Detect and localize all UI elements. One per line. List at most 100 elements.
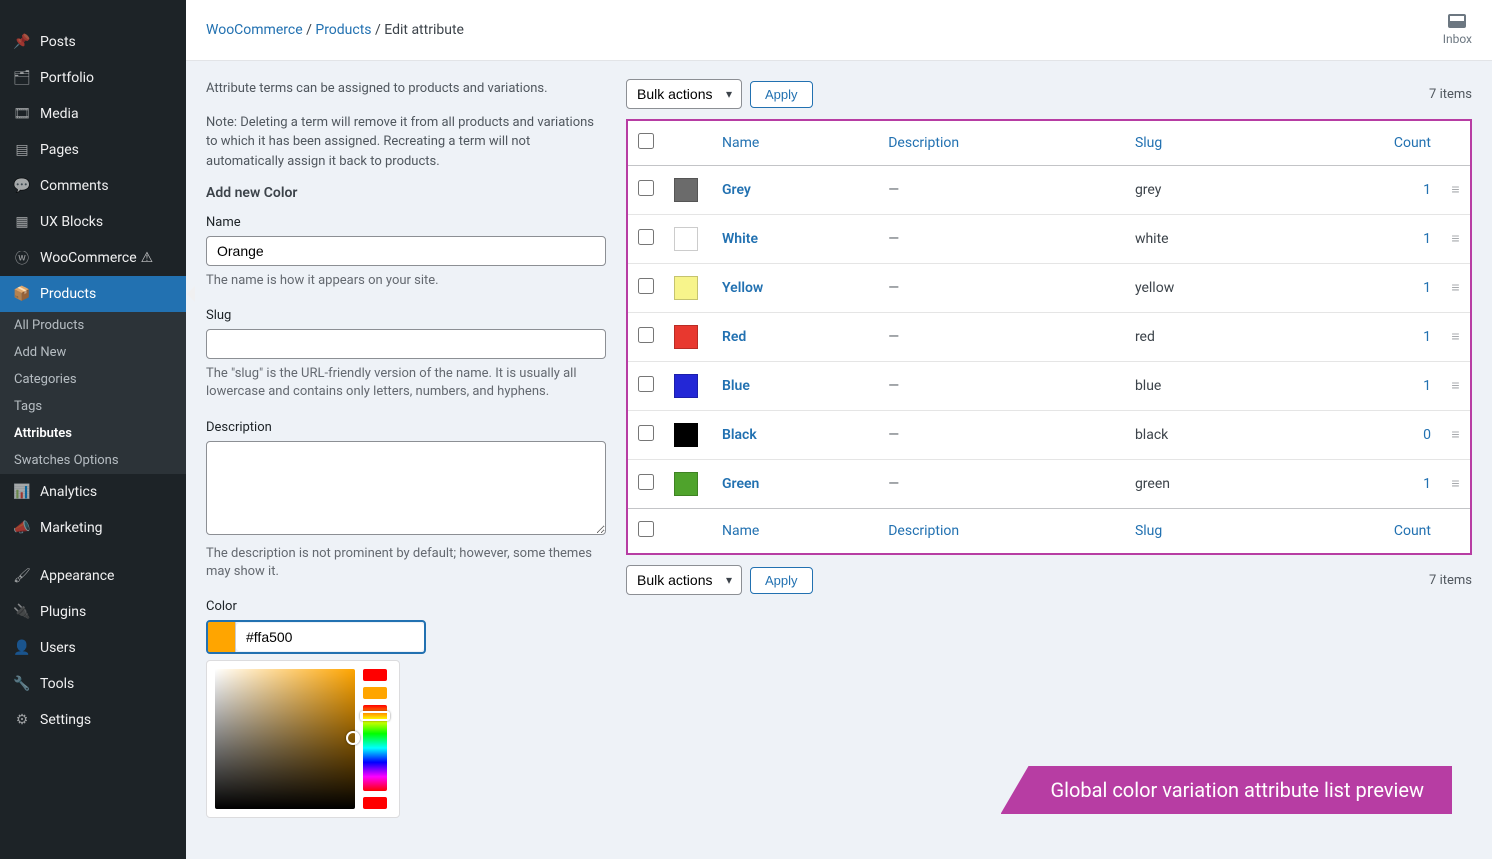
sidebar-item-tools[interactable]: 🔧Tools — [0, 666, 186, 702]
term-count-link[interactable]: 1 — [1423, 378, 1431, 394]
row-checkbox[interactable] — [638, 229, 654, 245]
drag-handle[interactable]: ≡ — [1441, 215, 1471, 264]
drag-handle[interactable]: ≡ — [1441, 166, 1471, 215]
inbox-icon — [1448, 14, 1466, 28]
row-checkbox[interactable] — [638, 376, 654, 392]
subitem-categories[interactable]: Categories — [0, 366, 186, 393]
bulk-actions-select-bottom[interactable]: Bulk actions — [626, 565, 742, 595]
sidebar-item-woocommerce[interactable]: ⓦWooCommerce ⚠ — [0, 240, 186, 276]
sidebar-item-portfolio[interactable]: 🗂Portfolio — [0, 60, 186, 96]
row-checkbox[interactable] — [638, 278, 654, 294]
term-name-link[interactable]: Grey — [722, 182, 751, 198]
term-slug: blue — [1125, 362, 1286, 411]
hue-bottom-swatch[interactable] — [363, 797, 387, 809]
breadcrumb: WooCommerce / Products / Edit attribute — [206, 22, 464, 38]
drag-handle[interactable]: ≡ — [1441, 411, 1471, 460]
box-icon: 📦 — [12, 284, 32, 304]
drag-handle[interactable]: ≡ — [1441, 264, 1471, 313]
description-textarea[interactable] — [206, 441, 606, 535]
row-checkbox[interactable] — [638, 327, 654, 343]
term-count-link[interactable]: 1 — [1423, 329, 1431, 345]
inbox-button[interactable]: Inbox — [1443, 14, 1472, 46]
name-input[interactable] — [206, 236, 606, 266]
brush-icon: 🖌 — [12, 566, 32, 586]
saturation-picker[interactable] — [215, 669, 355, 809]
term-count-link[interactable]: 1 — [1423, 280, 1431, 296]
col-count[interactable]: Count — [1286, 120, 1441, 166]
table-row: Black — black 0 ≡ — [627, 411, 1471, 460]
user-icon: 👤 — [12, 638, 32, 658]
row-checkbox[interactable] — [638, 474, 654, 490]
table-row: Grey — grey 1 ≡ — [627, 166, 1471, 215]
color-preview-swatch[interactable] — [208, 622, 236, 652]
intro-text-1: Attribute terms can be assigned to produ… — [206, 79, 606, 99]
sidebar-item-settings[interactable]: ⚙Settings — [0, 702, 186, 738]
subitem-tags[interactable]: Tags — [0, 393, 186, 420]
sidebar-item-pages[interactable]: ▤Pages — [0, 132, 186, 168]
drag-handle[interactable]: ≡ — [1441, 313, 1471, 362]
table-row: White — white 1 ≡ — [627, 215, 1471, 264]
select-all-checkbox-top[interactable] — [638, 133, 654, 149]
bulk-actions-select[interactable]: Bulk actions — [626, 79, 742, 109]
term-count-link[interactable]: 0 — [1423, 427, 1431, 443]
folder-icon: 🗂 — [12, 68, 32, 88]
term-count-link[interactable]: 1 — [1423, 182, 1431, 198]
name-hint: The name is how it appears on your site. — [206, 272, 606, 290]
items-count-bottom: 7 items — [1429, 573, 1472, 588]
hue-top-swatch[interactable] — [363, 669, 387, 681]
drag-handle[interactable]: ≡ — [1441, 460, 1471, 509]
sidebar-item-posts[interactable]: 📌Posts — [0, 24, 186, 60]
sidebar-item-media[interactable]: 🎞Media — [0, 96, 186, 132]
term-name-link[interactable]: Black — [722, 427, 757, 443]
term-name-link[interactable]: Blue — [722, 378, 750, 394]
col-name-foot[interactable]: Name — [712, 509, 878, 555]
media-icon: 🎞 — [12, 104, 32, 124]
hue-slider[interactable] — [363, 705, 387, 791]
subitem-all-products[interactable]: All Products — [0, 312, 186, 339]
color-swatch — [674, 423, 698, 447]
col-description[interactable]: Description — [878, 120, 1125, 166]
sidebar-item-appearance[interactable]: 🖌Appearance — [0, 558, 186, 594]
select-all-checkbox-bottom[interactable] — [638, 521, 654, 537]
color-hex-input[interactable] — [236, 623, 424, 651]
subitem-swatches[interactable]: Swatches Options — [0, 447, 186, 474]
hue-current-swatch — [363, 687, 387, 699]
saturation-handle[interactable] — [346, 731, 360, 745]
breadcrumb-products[interactable]: Products — [315, 22, 371, 38]
term-slug: black — [1125, 411, 1286, 460]
term-description: — — [878, 313, 1125, 362]
term-name-link[interactable]: Red — [722, 329, 746, 345]
breadcrumb-woocommerce[interactable]: WooCommerce — [206, 22, 303, 38]
description-hint: The description is not prominent by defa… — [206, 545, 606, 581]
subitem-add-new[interactable]: Add New — [0, 339, 186, 366]
term-name-link[interactable]: Yellow — [722, 280, 763, 296]
subitem-attributes[interactable]: Attributes — [0, 420, 186, 447]
col-slug-foot[interactable]: Slug — [1125, 509, 1286, 555]
sidebar-item-users[interactable]: 👤Users — [0, 630, 186, 666]
term-name-link[interactable]: Green — [722, 476, 759, 492]
slug-input[interactable] — [206, 329, 606, 359]
term-name-link[interactable]: White — [722, 231, 758, 247]
row-checkbox[interactable] — [638, 425, 654, 441]
sidebar-item-uxblocks[interactable]: ▦UX Blocks — [0, 204, 186, 240]
bulk-actions-select-wrap-bottom: Bulk actions — [626, 565, 742, 595]
sidebar-item-analytics[interactable]: 📊Analytics — [0, 474, 186, 510]
col-slug[interactable]: Slug — [1125, 120, 1286, 166]
sidebar-item-products[interactable]: 📦Products — [0, 276, 186, 312]
col-name[interactable]: Name — [712, 120, 878, 166]
hue-handle[interactable] — [360, 711, 390, 721]
form-heading: Add new Color — [206, 185, 606, 201]
drag-handle[interactable]: ≡ — [1441, 362, 1471, 411]
term-slug: white — [1125, 215, 1286, 264]
col-count-foot[interactable]: Count — [1286, 509, 1441, 555]
term-count-link[interactable]: 1 — [1423, 231, 1431, 247]
row-checkbox[interactable] — [638, 180, 654, 196]
sidebar-item-comments[interactable]: 💬Comments — [0, 168, 186, 204]
sidebar-item-plugins[interactable]: 🔌Plugins — [0, 594, 186, 630]
sidebar-item-marketing[interactable]: 📣Marketing — [0, 510, 186, 546]
col-description-foot[interactable]: Description — [878, 509, 1125, 555]
apply-button-top[interactable]: Apply — [750, 81, 813, 108]
term-count-link[interactable]: 1 — [1423, 476, 1431, 492]
term-description: — — [878, 215, 1125, 264]
apply-button-bottom[interactable]: Apply — [750, 567, 813, 594]
